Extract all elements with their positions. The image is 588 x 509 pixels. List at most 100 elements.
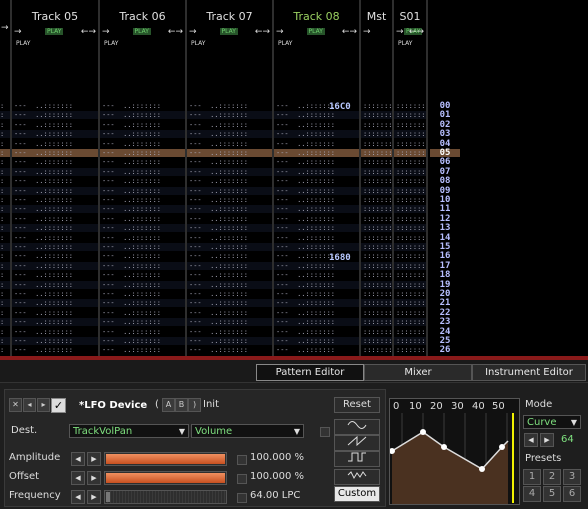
mode-label: Mode	[525, 399, 553, 410]
offset-automation-toggle[interactable]	[237, 474, 247, 484]
lfo-curve-editor[interactable]: 0 10 20 30 40 50	[389, 398, 520, 505]
arrows-icon[interactable]: ←→	[409, 27, 424, 37]
chevron-right-icon[interactable]: ▸	[37, 398, 50, 412]
custom-wave-button[interactable]: Custom	[334, 486, 380, 502]
dest-track-select[interactable]: TrackVolPan ▼	[69, 424, 189, 438]
frequency-automation-toggle[interactable]	[237, 493, 247, 503]
preset-button[interactable]: 5	[543, 486, 561, 502]
line-number: 13	[439, 223, 451, 233]
lfo-curve[interactable]	[390, 399, 519, 504]
line-number: 25	[439, 336, 451, 346]
line-number: 18	[439, 270, 451, 280]
arrow-right-icon[interactable]: →	[363, 27, 371, 37]
lfo-device-panel: ✕ ◂ ▸ ✓ *LFO Device ( A B ) Init Dest. T…	[0, 382, 588, 509]
reset-button[interactable]: Reset	[334, 397, 380, 413]
preset-c-icon[interactable]: )	[188, 398, 201, 412]
track-column-05[interactable]: Track 05 → PLAY ←→ PLAY	[12, 0, 100, 356]
play-button[interactable]: PLAY	[219, 28, 238, 35]
play-button[interactable]: PLAY	[45, 28, 64, 35]
device-body: ✕ ◂ ▸ ✓ *LFO Device ( A B ) Init Dest. T…	[4, 389, 386, 507]
frequency-slider[interactable]	[104, 490, 227, 504]
track-title[interactable]: Track 08	[274, 10, 359, 23]
line-number: 10	[439, 195, 451, 205]
arrow-right-icon[interactable]: →	[14, 27, 22, 37]
play-button[interactable]: PLAY	[132, 28, 151, 35]
chevron-down-icon: ▼	[293, 427, 300, 436]
amplitude-slider[interactable]	[104, 452, 227, 466]
line-number: 06	[439, 157, 451, 167]
play-button[interactable]: PLAY	[306, 28, 325, 35]
curve-point	[420, 429, 426, 435]
line-number: 15	[439, 242, 451, 252]
line-number: 19	[439, 280, 451, 290]
track-title[interactable]: S01	[394, 10, 426, 23]
line-number: 22	[439, 308, 451, 318]
arrows-icon[interactable]: ←→	[168, 27, 183, 37]
arrow-right-icon[interactable]: →	[396, 27, 404, 37]
play-label: PLAY	[398, 40, 413, 47]
sync-toggle[interactable]	[320, 427, 330, 437]
track-title[interactable]: Track 07	[187, 10, 272, 23]
line-number: 23	[439, 317, 451, 327]
sine-icon	[347, 421, 367, 429]
track-column-send[interactable]: S01 → PLAY ←→ PLAY	[394, 0, 428, 356]
tab-pattern-editor[interactable]: Pattern Editor	[256, 364, 364, 381]
arrows-icon[interactable]: ←→	[342, 27, 357, 37]
presets-label: Presets	[525, 453, 562, 464]
decrease-icon[interactable]: ◀	[71, 452, 85, 466]
preset-a-icon[interactable]: A	[162, 398, 175, 412]
decrease-icon[interactable]: ◀	[71, 471, 85, 485]
saw-wave-button[interactable]	[334, 435, 380, 451]
preset-button[interactable]: 4	[523, 486, 541, 502]
offset-slider[interactable]	[104, 471, 227, 485]
sine-wave-button[interactable]	[334, 419, 380, 435]
device-enable-checkbox[interactable]: ✓	[51, 398, 66, 413]
tab-mixer[interactable]: Mixer	[364, 364, 472, 381]
track-column-master[interactable]: Mst →	[361, 0, 394, 356]
track-column-07[interactable]: Track 07 → PLAY ←→ PLAY	[187, 0, 274, 356]
preset-button[interactable]: 6	[563, 486, 581, 502]
random-wave-button[interactable]	[334, 469, 380, 485]
increase-icon[interactable]: ▶	[540, 433, 554, 447]
arrows-icon[interactable]: ←→	[81, 27, 96, 37]
increase-icon[interactable]: ▶	[87, 490, 101, 504]
editor-tabs: Pattern Editor Mixer Instrument Editor	[0, 360, 588, 382]
line-number: 01	[439, 110, 451, 120]
chevron-left-icon[interactable]: ◂	[23, 398, 36, 412]
mode-select[interactable]: Curve ▼	[523, 415, 581, 429]
close-icon[interactable]: ✕	[9, 398, 22, 412]
track-column-06[interactable]: Track 06 → PLAY ←→ PLAY	[100, 0, 187, 356]
track-title[interactable]: Track 06	[100, 10, 185, 23]
track-title[interactable]: Track 05	[12, 10, 98, 23]
preset-button[interactable]: 1	[523, 469, 541, 485]
amplitude-label: Amplitude	[9, 452, 61, 463]
curve-point	[499, 444, 505, 450]
arrow-right-icon[interactable]: →	[276, 27, 284, 37]
line-number: 00	[439, 101, 451, 111]
arrow-right-icon[interactable]: →	[189, 27, 197, 37]
track-title[interactable]: Mst	[361, 10, 392, 23]
track-column-partial: →	[0, 0, 12, 356]
increase-icon[interactable]: ▶	[87, 452, 101, 466]
preset-b-icon[interactable]: B	[175, 398, 188, 412]
arrows-icon[interactable]: ←→	[255, 27, 270, 37]
offset-value: 100.000 %	[250, 471, 305, 482]
line-number: 20	[439, 289, 451, 299]
decrease-icon[interactable]: ◀	[71, 490, 85, 504]
decrease-icon[interactable]: ◀	[524, 433, 538, 447]
fx-value: 1680	[329, 253, 351, 263]
random-icon	[347, 471, 367, 480]
arrow-right-icon[interactable]: →	[102, 27, 110, 37]
preset-button[interactable]: 2	[543, 469, 561, 485]
track-column-08[interactable]: Track 08 → PLAY ←→ PLAY	[274, 0, 361, 356]
line-number: 05	[430, 149, 460, 158]
fx-value: 16C0	[329, 102, 351, 112]
amplitude-automation-toggle[interactable]	[237, 455, 247, 465]
chevron-down-icon: ▼	[570, 418, 577, 427]
line-number: 17	[439, 261, 451, 271]
tab-instrument-editor[interactable]: Instrument Editor	[472, 364, 586, 381]
square-wave-button[interactable]	[334, 451, 380, 467]
preset-button[interactable]: 3	[563, 469, 581, 485]
increase-icon[interactable]: ▶	[87, 471, 101, 485]
dest-parameter-select[interactable]: Volume ▼	[191, 424, 304, 438]
